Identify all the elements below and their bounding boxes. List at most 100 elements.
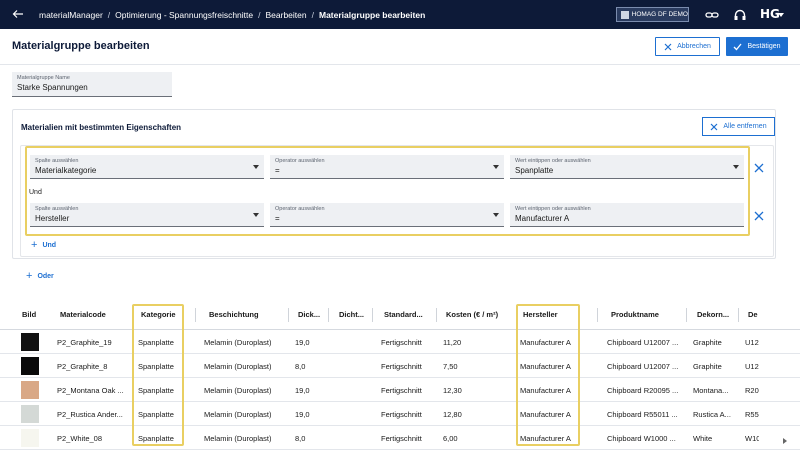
column-header-de[interactable]: De: [748, 310, 758, 319]
cell-dicke: 8,0: [295, 434, 306, 443]
cell-kosten: 12,80: [443, 410, 462, 419]
close-icon: [664, 43, 672, 50]
column-header-bild[interactable]: Bild: [22, 310, 36, 319]
cell-beschichtung: Melamin (Duroplast): [204, 386, 272, 395]
cell-standard: Fertigschnitt: [381, 434, 422, 443]
confirm-button-label: Bestätigen: [747, 43, 781, 50]
material-swatch-image: [21, 357, 39, 375]
breadcrumb-current: Materialgruppe bearbeiten: [319, 9, 426, 20]
cell-produktname: Chipboard U12007 ...: [607, 338, 679, 347]
column-header-materialcode[interactable]: Materialcode: [60, 310, 106, 319]
cell-materialcode: P2_White_08: [57, 434, 103, 443]
cell-kosten: 12,30: [443, 386, 462, 395]
cell-beschichtung: Melamin (Duroplast): [204, 434, 272, 443]
cell-de: U12: [745, 362, 759, 371]
column-header-beschichtung[interactable]: Beschichtung: [209, 310, 259, 319]
breadcrumb: materialManager / Optimierung - Spannung…: [39, 0, 425, 29]
cell-produktname: Chipboard U12007 ...: [607, 362, 679, 371]
cell-produktname: Chipboard W1000 ...: [607, 434, 676, 443]
group-name-field[interactable]: Materialgruppe Name Starke Spannungen: [12, 72, 172, 97]
cell-kosten: 6,00: [443, 434, 458, 443]
chevron-down-icon[interactable]: [778, 13, 784, 17]
tenant-label: HOMAG DF DEMO: [631, 11, 688, 18]
cell-de: U12: [745, 338, 759, 347]
cell-dicke: 19,0: [295, 338, 310, 347]
group-name-value: Starke Spannungen: [17, 83, 88, 92]
material-swatch-image: [21, 405, 39, 423]
add-and-label: Und: [42, 241, 57, 249]
cell-produktname: Chipboard R55011 ...: [607, 410, 678, 419]
remove-condition-icon[interactable]: [754, 211, 764, 221]
column-resize-handle[interactable]: [328, 308, 329, 322]
breadcrumb-separator: /: [311, 9, 314, 20]
column-resize-handle[interactable]: [686, 308, 687, 322]
cell-beschichtung: Melamin (Duroplast): [204, 338, 272, 347]
cell-beschichtung: Melamin (Duroplast): [204, 362, 272, 371]
cell-kosten: 7,50: [443, 362, 458, 371]
support-headset-icon[interactable]: [733, 8, 747, 22]
column-header-produktname[interactable]: Produktname: [611, 310, 659, 319]
cell-produktname: Chipboard R20095 ...: [607, 386, 679, 395]
cell-dekorname: Graphite: [693, 362, 722, 371]
cancel-button[interactable]: Abbrechen: [655, 37, 720, 56]
cell-dicke: 19,0: [295, 386, 310, 395]
clear-all-label: Alle entfernen: [723, 123, 767, 130]
breadcrumb-item[interactable]: Optimierung - Spannungsfreischnitte: [115, 10, 253, 20]
plus-icon: +: [26, 270, 33, 282]
column-resize-handle[interactable]: [738, 308, 739, 322]
cell-de: W10: [745, 434, 759, 443]
cell-dekorname: Montana...: [693, 386, 729, 395]
back-arrow-icon[interactable]: [12, 8, 24, 20]
building-icon: [621, 10, 629, 19]
group-name-label: Materialgruppe Name: [17, 75, 70, 81]
add-or-label: Oder: [37, 272, 54, 280]
column-header-dichte[interactable]: Dicht...: [339, 310, 364, 319]
cell-standard: Fertigschnitt: [381, 362, 422, 371]
highlight-box: [25, 146, 750, 236]
material-swatch-image: [21, 429, 39, 447]
column-resize-handle[interactable]: [372, 308, 373, 322]
check-icon: [733, 43, 742, 50]
cell-dekorname: White: [693, 434, 713, 443]
cell-standard: Fertigschnitt: [381, 338, 422, 347]
cell-materialcode: P2_Rustica Ander...: [57, 410, 123, 419]
cell-de: R55: [745, 410, 759, 419]
plus-icon: +: [31, 239, 38, 251]
app-logo[interactable]: HG: [760, 7, 780, 21]
cell-dicke: 8,0: [295, 362, 306, 371]
clear-all-button[interactable]: Alle entfernen: [702, 117, 775, 136]
breadcrumb-separator: /: [107, 9, 111, 20]
column-resize-handle[interactable]: [288, 308, 289, 322]
material-swatch-image: [21, 381, 39, 399]
cell-standard: Fertigschnitt: [381, 386, 422, 395]
column-header-standard[interactable]: Standard...: [384, 310, 423, 319]
add-and-condition-link[interactable]: + Und: [31, 239, 56, 251]
cell-kosten: 11,20: [443, 338, 462, 347]
cell-dekorname: Graphite: [693, 338, 722, 347]
breadcrumb-separator: /: [258, 9, 261, 20]
tenant-selector[interactable]: HOMAG DF DEMO: [616, 7, 689, 22]
cell-dicke: 19,0: [295, 410, 310, 419]
column-resize-handle[interactable]: [195, 308, 196, 322]
remove-condition-icon[interactable]: [754, 163, 764, 173]
page-title: Materialgruppe bearbeiten: [12, 40, 150, 52]
highlight-box: [132, 304, 184, 446]
close-icon: [710, 123, 718, 130]
cell-beschichtung: Melamin (Duroplast): [204, 410, 272, 419]
scroll-right-icon[interactable]: [783, 438, 787, 444]
add-or-group-link[interactable]: + Oder: [26, 270, 54, 282]
header-divider: [0, 64, 800, 65]
cancel-button-label: Abbrechen: [677, 43, 711, 50]
top-bar: materialManager / Optimierung - Spannung…: [0, 0, 800, 29]
column-header-kosten[interactable]: Kosten (€ / m²): [446, 310, 498, 319]
cell-materialcode: P2_Graphite_8: [57, 362, 108, 371]
highlight-box: [516, 304, 580, 446]
column-resize-handle[interactable]: [597, 308, 598, 322]
column-resize-handle[interactable]: [436, 308, 437, 322]
link-icon[interactable]: [705, 8, 719, 22]
column-header-dekorname[interactable]: Dekorn...: [697, 310, 729, 319]
column-header-dicke[interactable]: Dick...: [298, 310, 320, 319]
breadcrumb-item[interactable]: materialManager: [39, 10, 103, 20]
confirm-button[interactable]: Bestätigen: [726, 37, 788, 56]
breadcrumb-item[interactable]: Bearbeiten: [266, 10, 307, 20]
